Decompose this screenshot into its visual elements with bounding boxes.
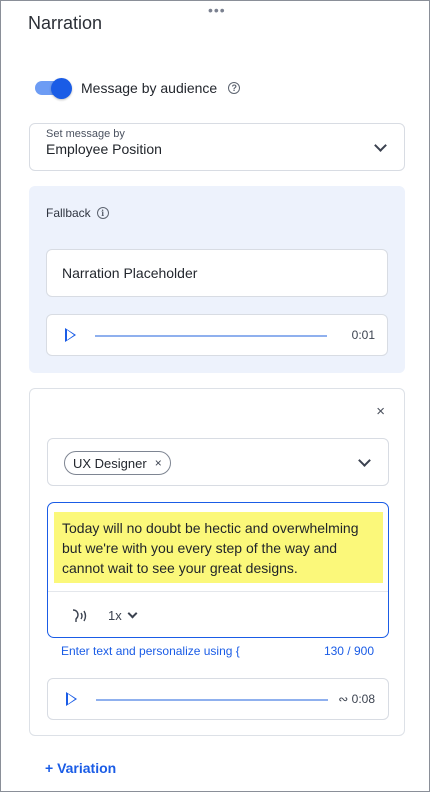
panel-title: Narration <box>28 13 103 33</box>
audio-progress-bar[interactable] <box>96 699 328 701</box>
message-by-audience-row: Message by audience ? <box>35 78 241 99</box>
audio-duration: 0:01 <box>351 328 375 342</box>
character-counter: 130 / 900 <box>323 644 374 658</box>
help-icon[interactable]: ? <box>228 82 241 94</box>
voice-icon[interactable] <box>70 608 88 624</box>
message-by-audience-toggle[interactable] <box>35 78 73 99</box>
add-variation-button[interactable]: + Variation <box>45 760 116 776</box>
audio-duration: ∾ 0:08 <box>338 692 375 706</box>
close-icon[interactable]: × <box>376 404 385 419</box>
chevron-down-icon <box>127 608 138 619</box>
chip-remove-icon[interactable]: × <box>155 456 162 470</box>
fallback-text-field[interactable]: Narration Placeholder <box>46 249 388 297</box>
fallback-text-value: Narration Placeholder <box>62 265 198 281</box>
fallback-label: Fallback i <box>46 206 109 220</box>
chevron-down-icon <box>358 454 371 467</box>
editor-divider <box>48 591 388 592</box>
set-message-by-label: Set message by <box>46 128 125 140</box>
narration-panel: ••• Narration Message by audience ? Set … <box>0 0 430 792</box>
audio-progress-bar[interactable] <box>95 335 327 337</box>
info-icon[interactable]: i <box>96 207 109 219</box>
play-icon[interactable] <box>65 328 76 342</box>
variation-card: × UX Designer × Today will no doubt be h… <box>29 388 405 736</box>
audience-select[interactable]: UX Designer × <box>47 438 389 486</box>
variation-audio-player: ∾ 0:08 <box>47 678 389 720</box>
toggle-knob <box>51 78 72 99</box>
message-highlight: Today will no doubt be hectic and overwh… <box>54 512 383 583</box>
personalize-hint: Enter text and personalize using { <box>61 644 240 658</box>
fallback-card: Fallback i Narration Placeholder 0:01 <box>29 186 405 373</box>
drag-handle-icon[interactable]: ••• <box>208 3 226 17</box>
fallback-title: Fallback <box>46 206 91 220</box>
set-message-by-value: Employee Position <box>46 141 162 157</box>
play-icon[interactable] <box>66 692 77 706</box>
message-text[interactable]: Today will no doubt be hectic and overwh… <box>54 512 383 584</box>
speed-dropdown[interactable]: 1x <box>108 608 138 623</box>
chevron-down-icon <box>374 139 387 152</box>
fallback-audio-player: 0:01 <box>46 314 388 356</box>
audience-chip-label: UX Designer <box>73 455 147 471</box>
set-message-by-select[interactable]: Set message by Employee Position <box>29 123 405 171</box>
message-editor[interactable]: Today will no doubt be hectic and overwh… <box>47 502 389 638</box>
message-by-audience-label: Message by audience <box>81 80 218 96</box>
speed-value: 1x <box>108 608 122 623</box>
audience-chip: UX Designer × <box>64 451 171 475</box>
